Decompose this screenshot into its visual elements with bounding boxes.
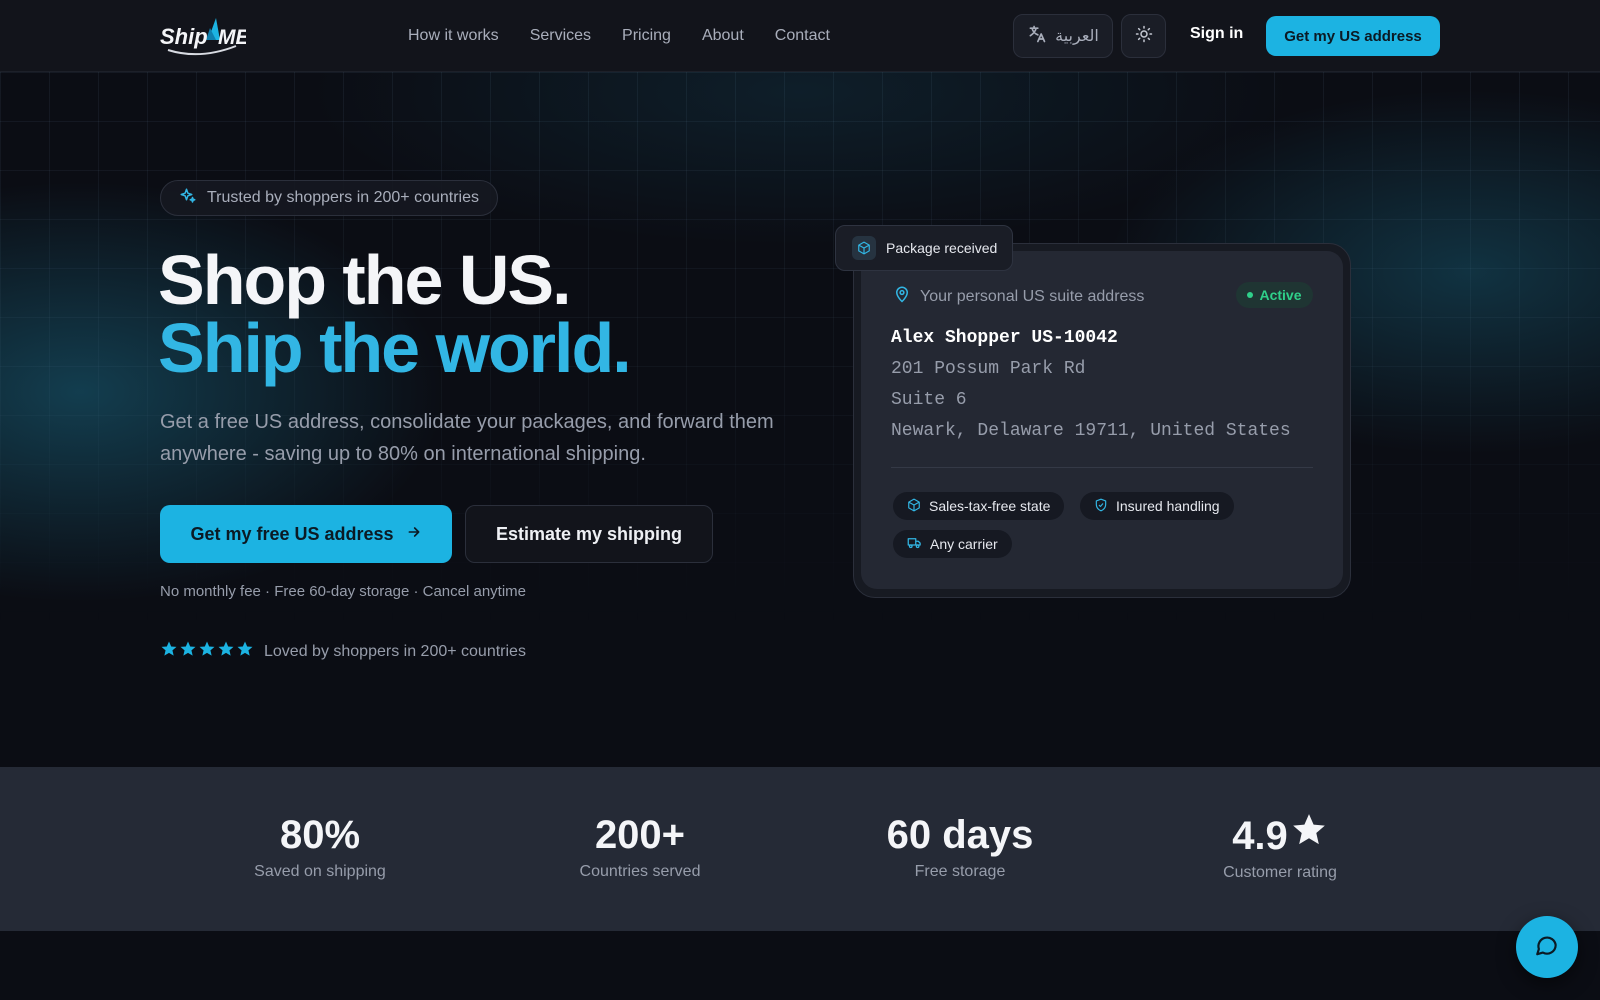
sign-in-link[interactable]: Sign in [1190,25,1243,43]
chat-bubble-icon [1534,932,1560,963]
nav-contact[interactable]: Contact [775,27,830,45]
stat-value: 4.9 [1232,813,1288,858]
stat-rating-value: 4.9 [1160,811,1400,860]
suite-label-text: Your personal US suite address [920,287,1145,305]
stat-countries: 200+ Countries served [520,811,760,881]
trust-badge: Trusted by shoppers in 200+ countries [160,180,499,216]
tag-label: Any carrier [930,536,998,552]
language-switch-button[interactable]: العربية [1013,14,1113,58]
tag-label: Insured handling [1116,498,1220,514]
stat-savings: 80% Saved on shipping [200,811,440,881]
package-chip-label: Package received [886,240,998,256]
svg-text:Ship: Ship [160,24,208,49]
language-label: العربية [1055,28,1099,45]
star-icon [1290,811,1328,860]
status-text: Active [1259,287,1302,303]
top-navbar: Ship ME How it works Services Pricing Ab… [0,0,1600,72]
nav-about[interactable]: About [702,27,744,45]
hero-subtext: Get a free US address, consolidate your … [160,411,774,465]
stat-value: 80% [279,813,361,857]
rating-text: Loved by shoppers in 200+ countries [264,642,526,660]
tag-any-carrier: Any carrier [893,530,1012,558]
svg-text:ME: ME [218,26,246,49]
sparkles-icon [179,187,197,210]
address-suite[interactable]: Suite 6 [891,390,967,410]
tag-sales-tax-free: Sales-tax-free state [893,492,1065,520]
primary-button-label: Get my free US address [190,523,394,544]
star-icon [179,640,197,663]
star-rating [160,640,254,663]
hero-fineprint: No monthly fee · Free 60-day storage · C… [160,583,526,600]
package-icon [907,498,921,515]
sun-icon [1135,25,1153,48]
star-icon [198,640,216,663]
star-icon [160,640,178,663]
stat-value: 60 days [886,813,1034,857]
star-icon [217,640,235,663]
main-nav: How it works Services Pricing About Cont… [408,0,830,72]
address-city[interactable]: Newark, Delaware 19711, United States [891,421,1291,441]
address-street[interactable]: 201 Possum Park Rd [891,359,1085,379]
theme-toggle-button[interactable] [1121,14,1166,58]
get-us-address-button[interactable]: Get my US address [1266,16,1440,56]
arrow-right-icon [406,524,422,545]
nav-services[interactable]: Services [530,27,591,45]
star-icon [236,640,254,663]
shield-check-icon [1094,498,1108,515]
shipme-logo[interactable]: Ship ME [160,14,250,58]
estimate-shipping-button[interactable]: Estimate my shipping [465,505,713,563]
tag-label: Sales-tax-free state [929,498,1051,514]
status-badge: Active [1236,282,1313,308]
address-name-line[interactable]: Alex Shopper US-10042 [891,328,1118,348]
get-free-address-button[interactable]: Get my free US address [160,505,452,563]
trust-badge-text: Trusted by shoppers in 200+ countries [207,189,480,206]
stats-band: 80% Saved on shipping 200+ Countries ser… [0,767,1600,931]
nav-pricing[interactable]: Pricing [622,27,671,45]
stat-rating: 4.9 Customer rating [1160,811,1400,882]
nav-how-it-works[interactable]: How it works [408,27,499,45]
stat-label: Saved on shipping [254,863,386,880]
map-pin-icon [893,285,911,308]
package-received-chip: Package received [835,225,1013,271]
status-dot [1247,292,1254,298]
stat-storage: 60 days Free storage [840,811,1080,881]
rating-row: Loved by shoppers in 200+ countries [160,640,526,663]
hero-headline-line2: Ship the world. [158,309,632,387]
card-divider [891,467,1313,468]
translate-icon [1027,24,1047,49]
stat-label: Countries served [579,863,701,880]
package-icon [852,236,876,260]
suite-address-label: Your personal US suite address [893,285,1144,308]
stat-label: Customer rating [1223,864,1337,881]
truck-icon [907,535,922,553]
stat-label: Free storage [914,863,1006,880]
chat-button[interactable] [1516,916,1578,978]
tag-insured-handling: Insured handling [1080,492,1234,520]
stat-value: 200+ [594,813,686,857]
